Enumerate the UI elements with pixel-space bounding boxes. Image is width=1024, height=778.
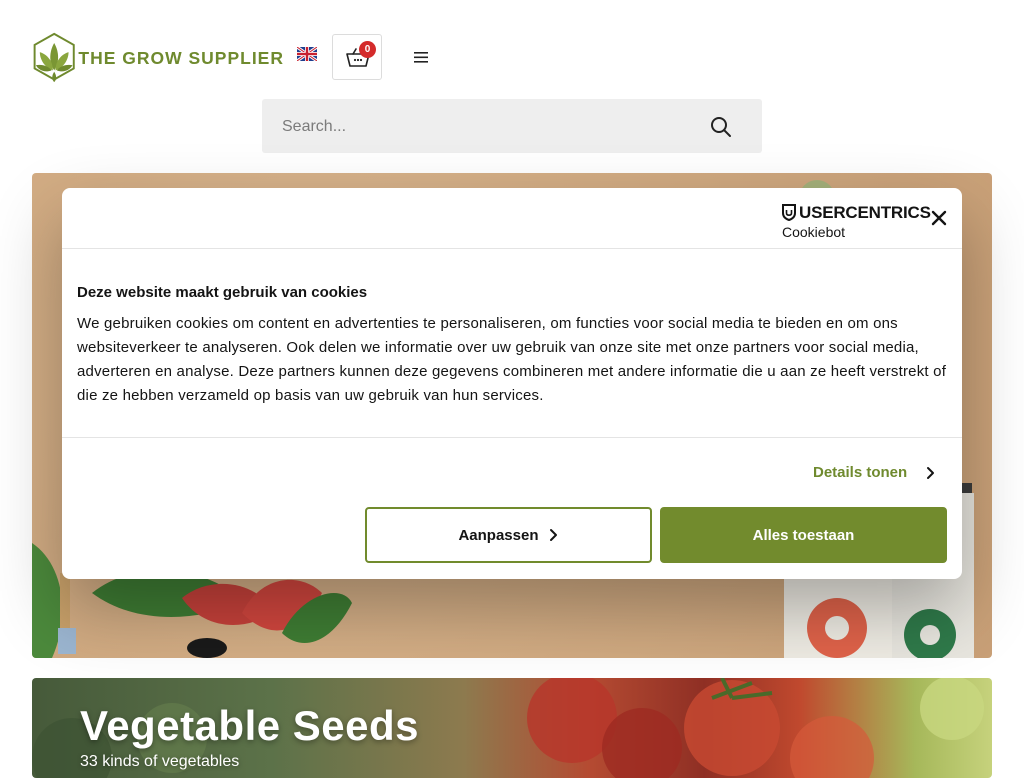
brand-usercentrics: USERCENTRICS [799, 203, 931, 222]
allow-all-button[interactable]: Alles toestaan [660, 507, 947, 563]
divider [62, 437, 962, 438]
customize-button[interactable]: Aanpassen [365, 507, 652, 563]
divider [62, 248, 962, 249]
site-logo[interactable]: THE GROW SUPPLIER [32, 19, 284, 97]
show-details-link[interactable]: Details tonen [813, 464, 943, 484]
shield-icon [782, 204, 796, 221]
cart-count-badge: 0 [359, 41, 376, 58]
search-bar [262, 99, 762, 155]
usercentrics-logo: USERCENTRICS Cookiebot [781, 203, 931, 240]
vegetable-seeds-banner[interactable]: Vegetable Seeds 33 kinds of vegetables [32, 678, 992, 778]
logo-text: THE GROW SUPPLIER [78, 47, 284, 68]
chevron-right-icon [549, 529, 557, 541]
customize-label: Aanpassen [458, 526, 539, 544]
show-details-label: Details tonen [813, 464, 908, 481]
cookie-dialog-title: Deze website maakt gebruik van cookies [77, 284, 368, 301]
cart-button[interactable]: 0 [332, 34, 382, 80]
cookie-consent-dialog: USERCENTRICS Cookiebot Deze website maak… [62, 188, 962, 579]
search-input[interactable] [280, 99, 704, 155]
logo-leaf-icon [33, 32, 75, 83]
uk-flag-icon[interactable] [297, 47, 317, 61]
allow-all-label: Alles toestaan [752, 526, 855, 544]
brand-cookiebot: Cookiebot [782, 224, 846, 240]
hamburger-menu-icon[interactable] [411, 48, 431, 66]
banner-title: Vegetable Seeds [80, 702, 420, 749]
chevron-right-icon [927, 467, 934, 479]
search-icon[interactable] [710, 116, 732, 138]
banner-subtitle: 33 kinds of vegetables [80, 753, 240, 770]
close-icon[interactable] [929, 208, 949, 228]
cookie-dialog-body: We gebruiken cookies om content en adver… [77, 315, 947, 404]
